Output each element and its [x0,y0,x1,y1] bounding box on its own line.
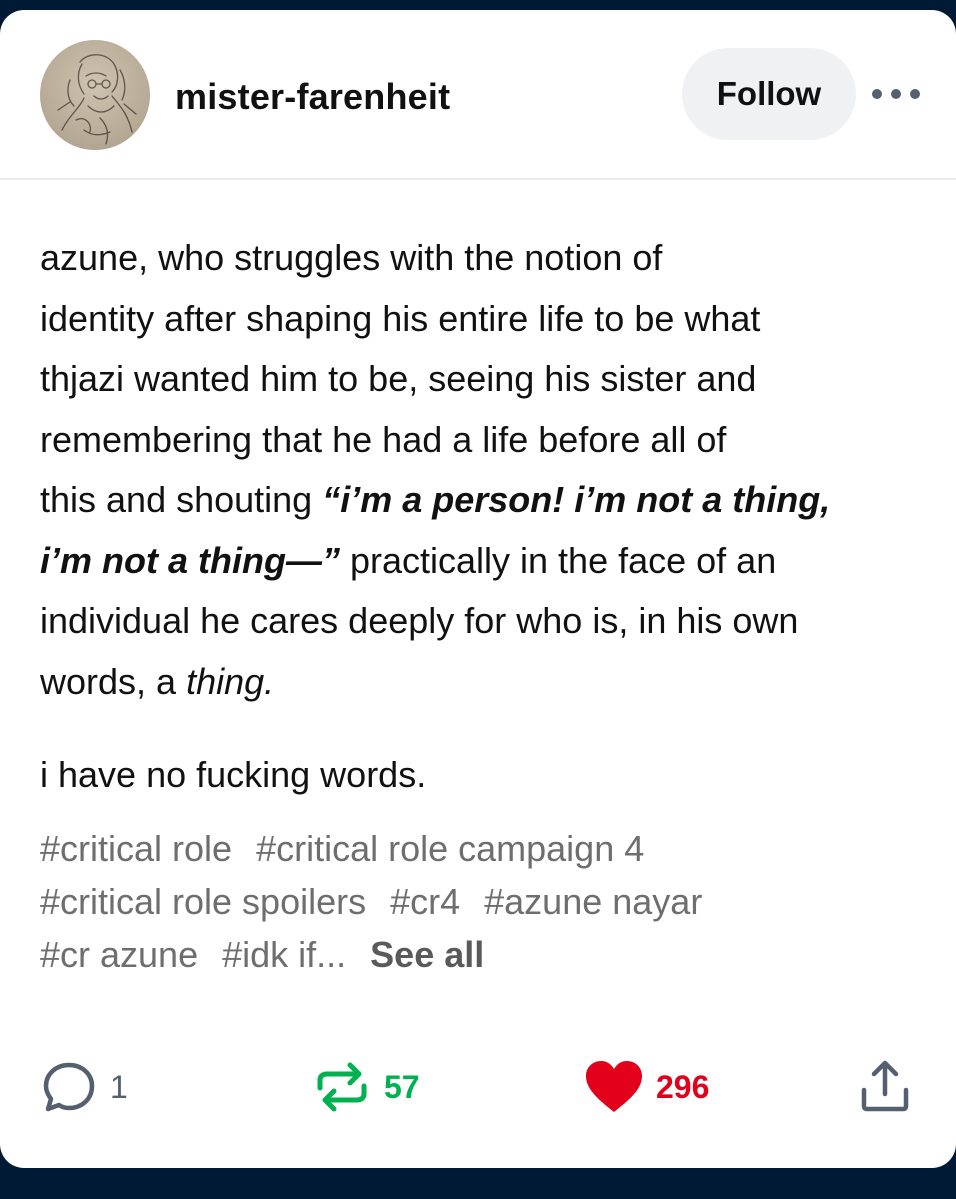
body-text: this and shouting [40,479,323,520]
like-count: 296 [656,1068,710,1105]
tag-link[interactable]: #cr4 [390,881,460,922]
body-line: i’m not a thing—” practically in the fac… [40,531,920,592]
tag-link[interactable]: #critical role [40,828,232,869]
quote-emphasis: i’m not a thing—” [40,539,340,581]
dot [891,89,901,99]
reblog-button[interactable]: 57 [312,1058,420,1116]
post-body: azune, who struggles with the notion of … [40,228,920,712]
share-upload-icon [861,1060,909,1112]
post-header: mister-farenheit Follow [0,10,956,180]
tag-row: #critical role spoilers #cr4 #azune nayar [40,875,920,928]
body-text: practically in the face of an [339,539,777,581]
quote-emphasis: “i’m a person! i’m not a thing, [322,479,831,520]
reblog-arrows-icon [317,1062,367,1112]
tag-link[interactable]: #critical role spoilers [40,881,366,922]
body-line: remembering that he had a life before al… [40,418,727,460]
avatar[interactable] [40,40,150,150]
body-text: words, a [40,660,187,702]
see-all-tags-button[interactable]: See all [370,934,484,975]
post-card: mister-farenheit Follow azune, who strug… [0,10,956,1168]
tag-row: #cr azune #idk if... See all [40,928,920,981]
speech-bubble-icon [43,1062,95,1112]
tag-row: #critical role #critical role campaign 4 [40,822,920,875]
tag-link[interactable]: #azune nayar [484,881,702,922]
dot [910,89,920,99]
reblog-count: 57 [384,1068,420,1105]
body-line: azune, who struggles with the notion of [40,237,663,278]
body-line: this and shouting “i’m a person! i’m not… [40,470,920,531]
tag-link[interactable]: #critical role campaign 4 [256,828,644,869]
follow-button[interactable]: Follow [682,48,856,140]
share-button[interactable] [856,1058,914,1116]
more-dots-icon[interactable] [872,80,920,108]
dot [872,89,882,99]
body-line: words, a thing. [40,652,920,713]
reply-count: 1 [110,1068,128,1105]
body-line: identity after shaping his entire life t… [40,297,761,339]
post-paragraph: i have no fucking words. [40,754,427,795]
tag-list: #critical role #critical role campaign 4 … [40,822,920,981]
username-link[interactable]: mister-farenheit [175,76,450,118]
italic-word: thing. [186,660,275,702]
body-line: individual he cares deeply for who is, i… [40,600,799,641]
body-line: thjazi wanted him to be, seeing his sist… [40,358,757,399]
heart-icon [586,1061,642,1112]
post-actions: 1 57 296 [0,1040,956,1130]
avatar-sketch [57,54,137,145]
reply-button[interactable]: 1 [40,1058,128,1116]
tag-link[interactable]: #idk if... [222,934,346,975]
like-button[interactable]: 296 [584,1058,709,1116]
tag-link[interactable]: #cr azune [40,934,198,975]
